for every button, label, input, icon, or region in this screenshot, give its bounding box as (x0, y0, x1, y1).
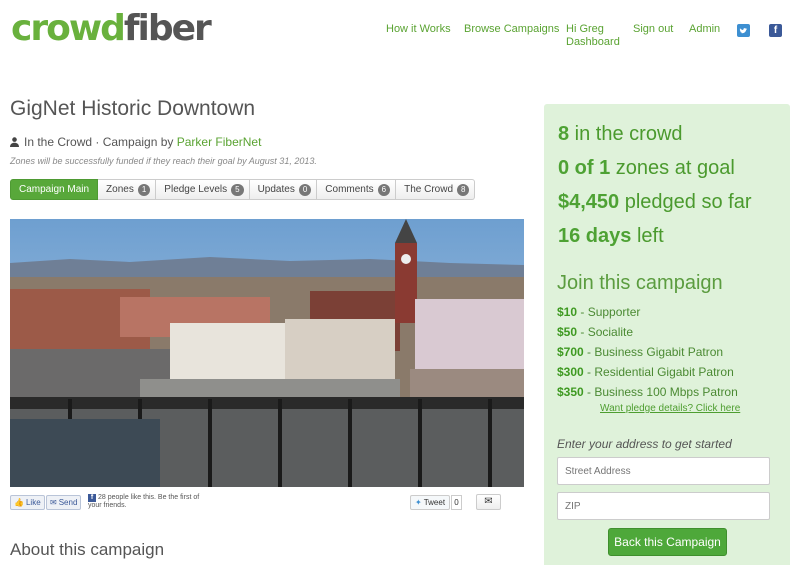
count-badge: 5 (231, 183, 244, 196)
facebook-send-button[interactable]: ✉ Send (46, 495, 82, 510)
pledge-level-item[interactable]: $10 - Supporter (557, 302, 738, 322)
tab-the-crowd[interactable]: The Crowd 8 (396, 179, 476, 200)
funding-deadline-note: Zones will be successfully funded if the… (10, 156, 317, 166)
nav-greeting: Hi Greg (566, 23, 604, 35)
pledge-amount: $10 (557, 305, 578, 319)
campaign-by-label: · Campaign by (92, 135, 177, 149)
pledge-amount: $350 (557, 385, 584, 399)
facebook-like-count: f 28 people like this. Be the first of yo… (88, 494, 213, 510)
stat-days-value: 16 days (558, 225, 632, 247)
tab-label: Pledge Levels (164, 184, 228, 195)
count-badge: 6 (377, 183, 391, 196)
about-heading: About this campaign (10, 540, 165, 559)
tab-label: Updates (257, 184, 295, 195)
logo-fiber: fiber (123, 8, 212, 49)
street-address-input[interactable] (557, 457, 770, 485)
stat-zones: 0 of 1 zones at goal (558, 157, 735, 180)
tweet-label: Tweet (423, 498, 446, 507)
tab-zones[interactable]: Zones 1 (98, 179, 157, 200)
send-label: Send (58, 498, 78, 507)
pledge-level-item[interactable]: $700 - Business Gigabit Patron (557, 342, 738, 362)
stat-crowd-value: 8 (558, 123, 570, 145)
stat-pledged: $4,450 pledged so far (558, 191, 752, 214)
campaign-status: In the Crowd (24, 135, 93, 149)
address-label: Enter your address to get started (557, 437, 732, 451)
pledge-name: - Socialite (577, 325, 634, 339)
tab-campaign-main[interactable]: Campaign Main (10, 179, 99, 200)
nav-dashboard[interactable]: Dashboard (566, 36, 620, 48)
pledge-name: - Business 100 Mbps Patron (583, 385, 738, 399)
count-badge: 1 (137, 183, 151, 196)
like-label: Like (25, 498, 41, 507)
pledge-level-item[interactable]: $50 - Socialite (557, 322, 738, 342)
nav-how-it-works[interactable]: How it Works (386, 23, 451, 35)
stat-zones-value: 0 of 1 (558, 157, 611, 179)
tab-comments[interactable]: Comments 6 (317, 179, 397, 200)
stat-days-left: 16 days left (558, 225, 664, 248)
tab-updates[interactable]: Updates 0 (249, 179, 318, 200)
pledge-level-list: $10 - Supporter $50 - Socialite $700 - B… (557, 302, 738, 402)
email-share-button[interactable]: ✉ (476, 494, 501, 510)
join-heading: Join this campaign (557, 272, 723, 294)
thumbs-up-icon: 👍 (14, 498, 24, 507)
stat-crowd: 8 in the crowd (558, 123, 683, 146)
twitter-bird-icon: ✦ (415, 498, 422, 507)
facebook-icon: f (88, 494, 96, 502)
stat-zones-label: zones at goal (610, 157, 735, 179)
organizer-link[interactable]: Parker FiberNet (177, 135, 262, 149)
facebook-icon[interactable]: f (769, 24, 782, 37)
back-this-campaign-button[interactable]: Back this Campaign (608, 528, 727, 556)
tab-label: Zones (106, 184, 134, 195)
count-badge: 0 (298, 183, 312, 196)
tab-label: Campaign Main (19, 184, 90, 195)
campaign-sidebar: 8 in the crowd 0 of 1 zones at goal $4,4… (544, 104, 790, 565)
logo-crowd: crowd (11, 8, 126, 49)
nav-browse-campaigns[interactable]: Browse Campaigns (464, 23, 559, 35)
tab-label: The Crowd (404, 184, 453, 195)
tweet-count: 0 (451, 495, 462, 510)
campaign-tabs: Campaign Main Zones 1 Pledge Levels 5 Upda… (10, 179, 476, 200)
send-icon: ✉ (50, 498, 57, 507)
envelope-icon: ✉ (484, 496, 493, 507)
campaign-meta: In the Crowd · Campaign by Parker FiberN… (10, 135, 261, 149)
stat-pledged-value: $4,450 (558, 191, 620, 213)
stat-pledged-label: pledged so far (619, 191, 752, 213)
pledge-name: - Supporter (577, 305, 641, 319)
page-title: GigNet Historic Downtown (10, 97, 256, 120)
pledge-name: - Residential Gigabit Patron (583, 365, 734, 379)
pledge-level-item[interactable]: $350 - Business 100 Mbps Patron (557, 382, 738, 402)
count-badge: 8 (457, 183, 470, 196)
crowdfiber-logo[interactable]: crowdfiber (11, 8, 212, 50)
tab-label: Comments (325, 184, 374, 195)
pledge-amount: $700 (557, 345, 584, 359)
stat-crowd-label: in the crowd (569, 123, 683, 145)
fb-like-text: 28 people like this. Be the first of you… (88, 494, 200, 509)
user-icon (10, 137, 19, 147)
pledge-details-link[interactable]: Want pledge details? Click here (600, 403, 740, 414)
campaign-photo (10, 219, 524, 487)
share-bar: 👍 Like ✉ Send f 28 people like this. Be the… (10, 494, 524, 516)
twitter-icon[interactable] (737, 24, 750, 37)
zip-input[interactable] (557, 492, 770, 520)
tweet-button[interactable]: ✦ Tweet (410, 495, 451, 510)
pledge-amount: $50 (557, 325, 578, 339)
nav-admin[interactable]: Admin (689, 23, 720, 35)
pledge-name: - Business Gigabit Patron (583, 345, 724, 359)
pledge-amount: $300 (557, 365, 584, 379)
nav-sign-out[interactable]: Sign out (633, 23, 673, 35)
stat-days-label: left (631, 225, 664, 247)
facebook-like-button[interactable]: 👍 Like (10, 495, 45, 510)
tab-pledge-levels[interactable]: Pledge Levels 5 (156, 179, 250, 200)
pledge-level-item[interactable]: $300 - Residential Gigabit Patron (557, 362, 738, 382)
